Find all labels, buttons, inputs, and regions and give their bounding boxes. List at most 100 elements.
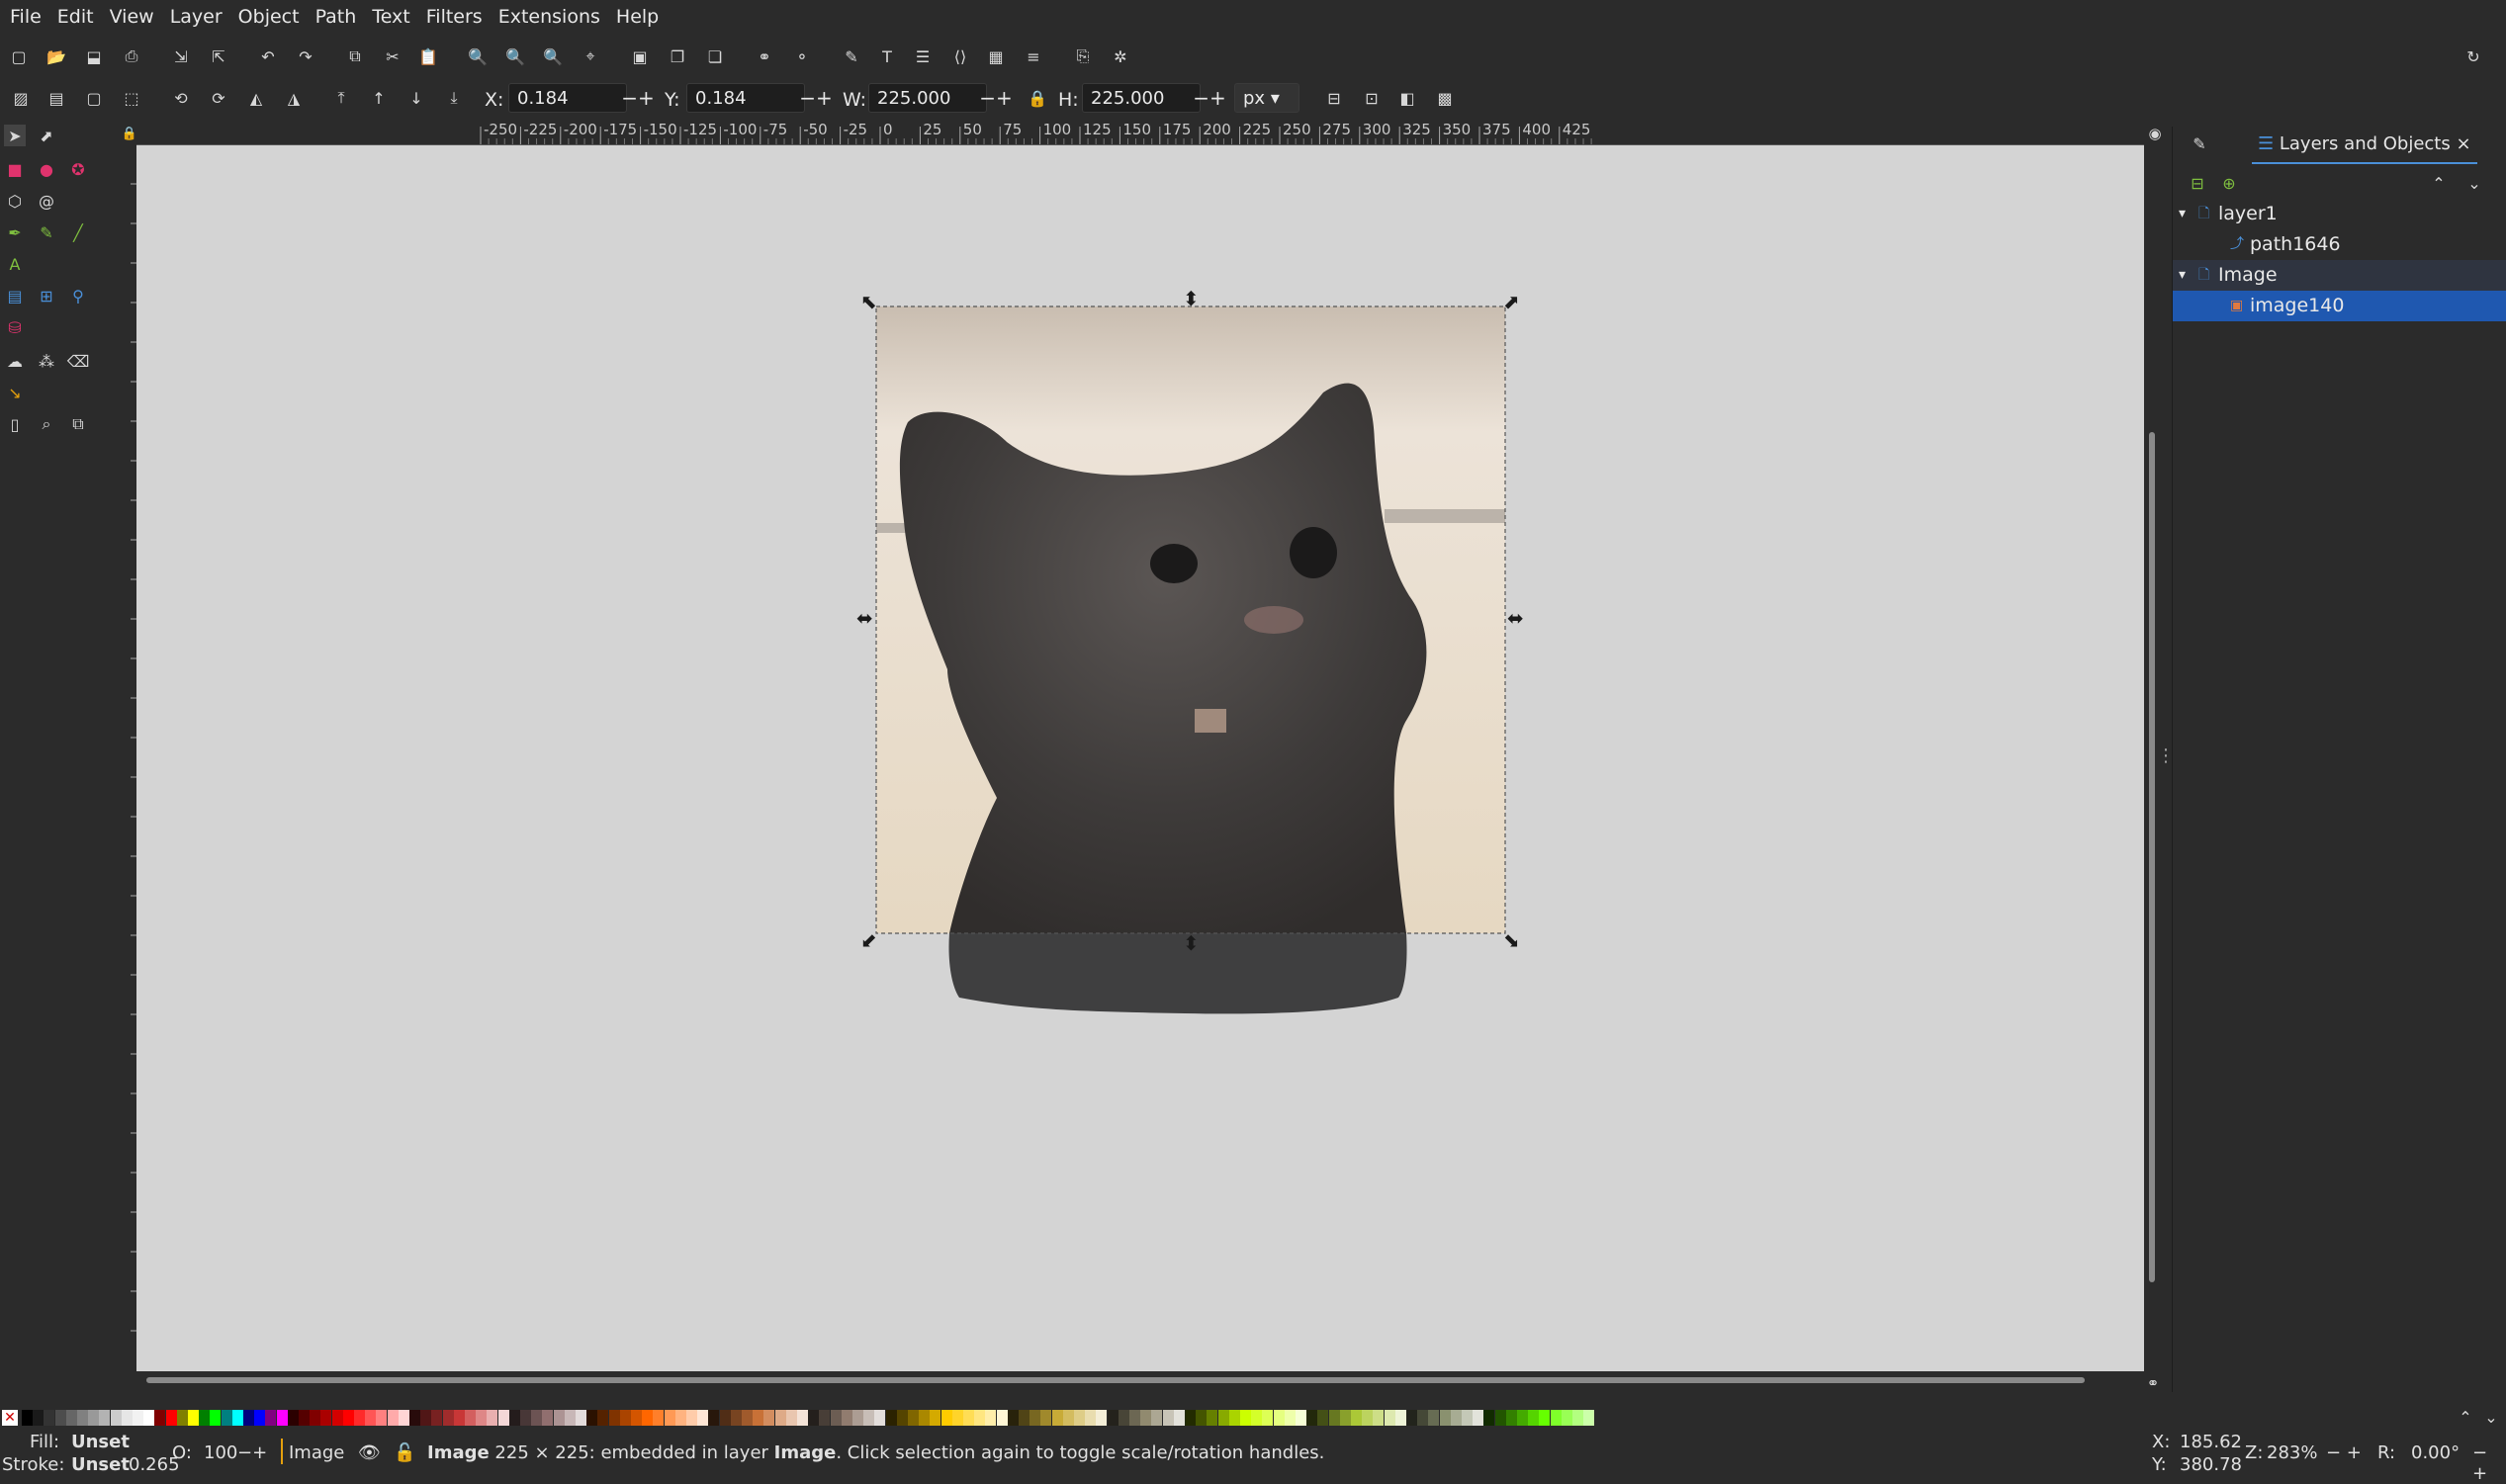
color-swatch[interactable]	[830, 1410, 842, 1426]
color-swatch[interactable]	[1240, 1410, 1251, 1426]
x-stepper[interactable]: −+	[621, 83, 655, 113]
color-swatch[interactable]	[1328, 1410, 1340, 1426]
color-swatch[interactable]	[730, 1410, 742, 1426]
color-swatch[interactable]	[608, 1410, 620, 1426]
rotation-stepper[interactable]: − +	[2472, 1442, 2506, 1484]
x-decrement[interactable]: −	[621, 86, 638, 110]
color-swatch[interactable]	[1029, 1410, 1041, 1426]
color-swatch[interactable]	[1228, 1410, 1240, 1426]
color-swatch[interactable]	[110, 1410, 122, 1426]
color-swatch[interactable]	[785, 1410, 797, 1426]
color-swatch[interactable]	[199, 1410, 211, 1426]
layers-icon[interactable]: ☰	[912, 45, 934, 67]
deselect-icon[interactable]: ▢	[83, 87, 105, 109]
color-swatch[interactable]	[299, 1410, 310, 1426]
color-swatch[interactable]	[1007, 1410, 1019, 1426]
visibility-icon[interactable]: 👁	[358, 1442, 381, 1463]
fill-value[interactable]: Unset	[71, 1432, 130, 1452]
tree-item-path1646[interactable]: ⤴ path1646	[2173, 229, 2506, 260]
zoom-center-icon[interactable]: ⌖	[580, 45, 601, 67]
swatches-icon[interactable]: ▦	[985, 45, 1007, 67]
lock-icon[interactable]: 🔓	[394, 1442, 415, 1463]
color-swatch[interactable]	[631, 1410, 642, 1426]
move-patterns-icon[interactable]: ▩	[1434, 87, 1456, 109]
color-swatch[interactable]	[476, 1410, 488, 1426]
palette-menu-icon[interactable]: ⌄	[2480, 1406, 2502, 1428]
expand-chevron-icon[interactable]: ▾	[2179, 260, 2186, 291]
color-swatch[interactable]	[1583, 1410, 1595, 1426]
color-swatch[interactable]	[1572, 1410, 1583, 1426]
scale-stroke-icon[interactable]: ⊟	[1323, 87, 1345, 109]
h-decrement[interactable]: −	[1193, 86, 1209, 110]
menu-view[interactable]: View	[102, 0, 162, 34]
x-increment[interactable]: +	[638, 86, 655, 110]
color-swatch[interactable]	[44, 1410, 55, 1426]
scale-handle-n[interactable]: ⬍	[1183, 289, 1200, 308]
spiral-tool-icon[interactable]: @	[36, 190, 57, 212]
zoom-drawing-icon[interactable]: 🔍	[504, 45, 526, 67]
color-swatch[interactable]	[1140, 1410, 1152, 1426]
horizontal-scroll-thumb[interactable]	[146, 1377, 2085, 1383]
horizontal-scrollbar[interactable]	[136, 1371, 2144, 1389]
zoom-selection-icon[interactable]: 🔍	[467, 45, 489, 67]
color-swatch[interactable]	[442, 1410, 454, 1426]
h-increment[interactable]: +	[1209, 86, 1226, 110]
opacity-stepper[interactable]: −+	[237, 1442, 267, 1463]
color-swatch[interactable]	[674, 1410, 686, 1426]
color-swatch[interactable]	[1539, 1410, 1551, 1426]
node-tool-icon[interactable]: ⬈	[36, 125, 57, 146]
color-swatch[interactable]	[586, 1410, 598, 1426]
select-all-icon[interactable]: ▨	[10, 87, 32, 109]
color-swatch[interactable]	[453, 1410, 465, 1426]
color-swatch[interactable]	[210, 1410, 222, 1426]
color-swatch[interactable]	[22, 1410, 33, 1426]
pen-tool-icon[interactable]: ✒	[4, 221, 26, 243]
menu-extensions[interactable]: Extensions	[491, 0, 608, 34]
menu-filters[interactable]: Filters	[418, 0, 491, 34]
h-stepper[interactable]: −+	[1193, 83, 1226, 113]
color-swatch[interactable]	[753, 1410, 764, 1426]
color-swatch[interactable]	[365, 1410, 377, 1426]
rotate-cw-icon[interactable]: ⟳	[208, 87, 229, 109]
pencil-tool-icon[interactable]: ✎	[36, 221, 57, 243]
color-swatch[interactable]	[819, 1410, 831, 1426]
y-decrement[interactable]: −	[799, 86, 816, 110]
color-swatch[interactable]	[243, 1410, 254, 1426]
color-swatch[interactable]	[1550, 1410, 1562, 1426]
color-swatch[interactable]	[1284, 1410, 1296, 1426]
unit-select[interactable]: px ▾	[1234, 83, 1299, 113]
color-swatch[interactable]	[65, 1410, 77, 1426]
color-swatch[interactable]	[1062, 1410, 1074, 1426]
cut-icon[interactable]: ✂	[382, 45, 403, 67]
tweak-tool-icon[interactable]: ☁	[4, 350, 26, 372]
color-swatch[interactable]	[143, 1410, 155, 1426]
clone-icon[interactable]: ❐	[667, 45, 688, 67]
lower-to-bottom-icon[interactable]: ⤓	[443, 87, 465, 109]
color-swatch[interactable]	[254, 1410, 266, 1426]
color-swatch[interactable]	[642, 1410, 654, 1426]
color-swatch[interactable]	[1373, 1410, 1385, 1426]
color-swatch[interactable]	[664, 1410, 675, 1426]
3d-box-tool-icon[interactable]: ⬡	[4, 190, 26, 212]
color-swatch[interactable]	[1185, 1410, 1196, 1426]
import-icon[interactable]: ⇲	[170, 45, 192, 67]
align-distribute-icon[interactable]: ≡	[1023, 45, 1044, 67]
color-swatch[interactable]	[99, 1410, 111, 1426]
width-field[interactable]: 225.000	[868, 83, 987, 113]
text-tool-icon[interactable]: A	[4, 253, 26, 275]
current-layer[interactable]: Image	[289, 1442, 344, 1463]
color-swatch[interactable]	[708, 1410, 720, 1426]
zoom-value[interactable]: 283%	[2267, 1442, 2317, 1463]
color-swatch[interactable]	[985, 1410, 997, 1426]
color-swatch[interactable]	[763, 1410, 775, 1426]
color-swatch[interactable]	[1296, 1410, 1306, 1426]
color-swatch[interactable]	[154, 1410, 166, 1426]
color-swatch[interactable]	[885, 1410, 897, 1426]
zoom-page-icon[interactable]: 🔍	[542, 45, 564, 67]
pages-tool-icon[interactable]: ▯	[4, 413, 26, 435]
none-swatch[interactable]: ✕	[2, 1410, 18, 1426]
paint-bucket-tool-icon[interactable]: ⛁	[4, 316, 26, 338]
xml-editor-icon[interactable]: ⟨⟩	[949, 45, 971, 67]
color-swatch[interactable]	[896, 1410, 908, 1426]
color-swatch[interactable]	[165, 1410, 177, 1426]
